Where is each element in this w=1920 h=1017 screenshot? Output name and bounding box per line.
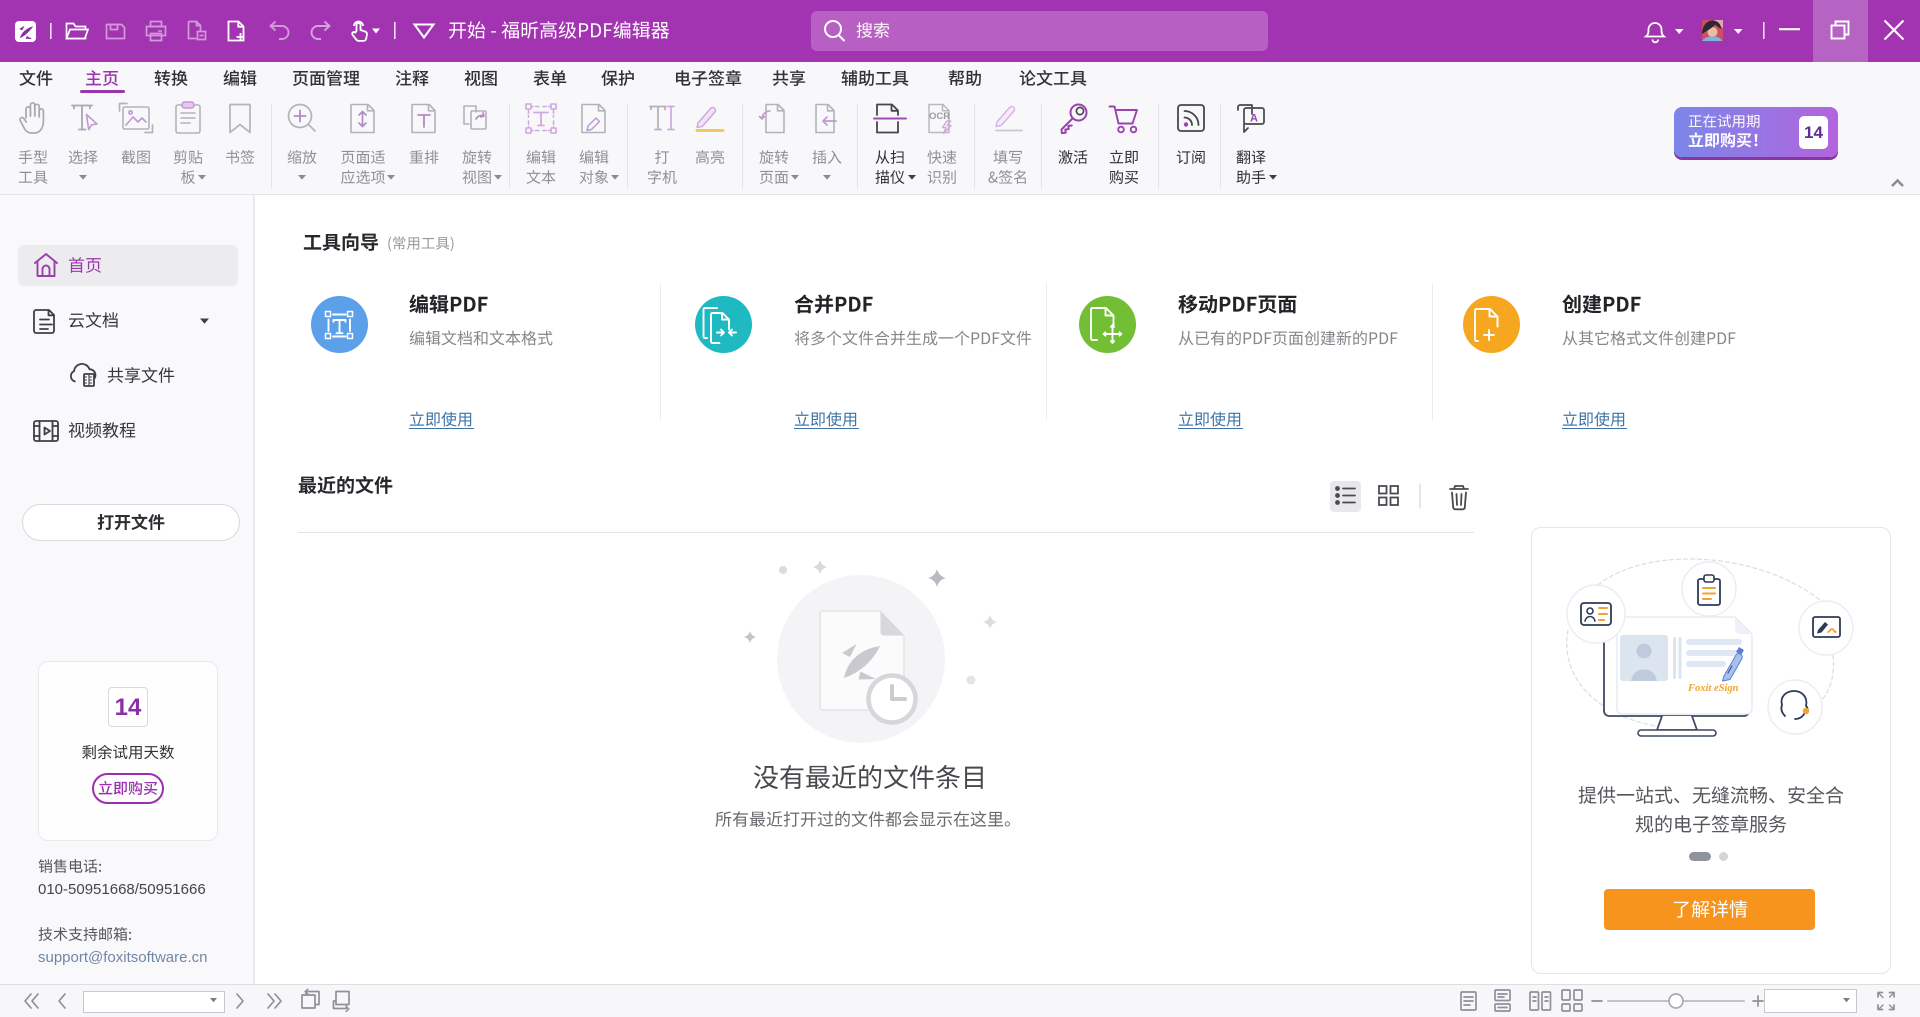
svg-text:Foxit eSign: Foxit eSign [1687, 683, 1739, 694]
svg-text:A: A [1250, 113, 1258, 125]
